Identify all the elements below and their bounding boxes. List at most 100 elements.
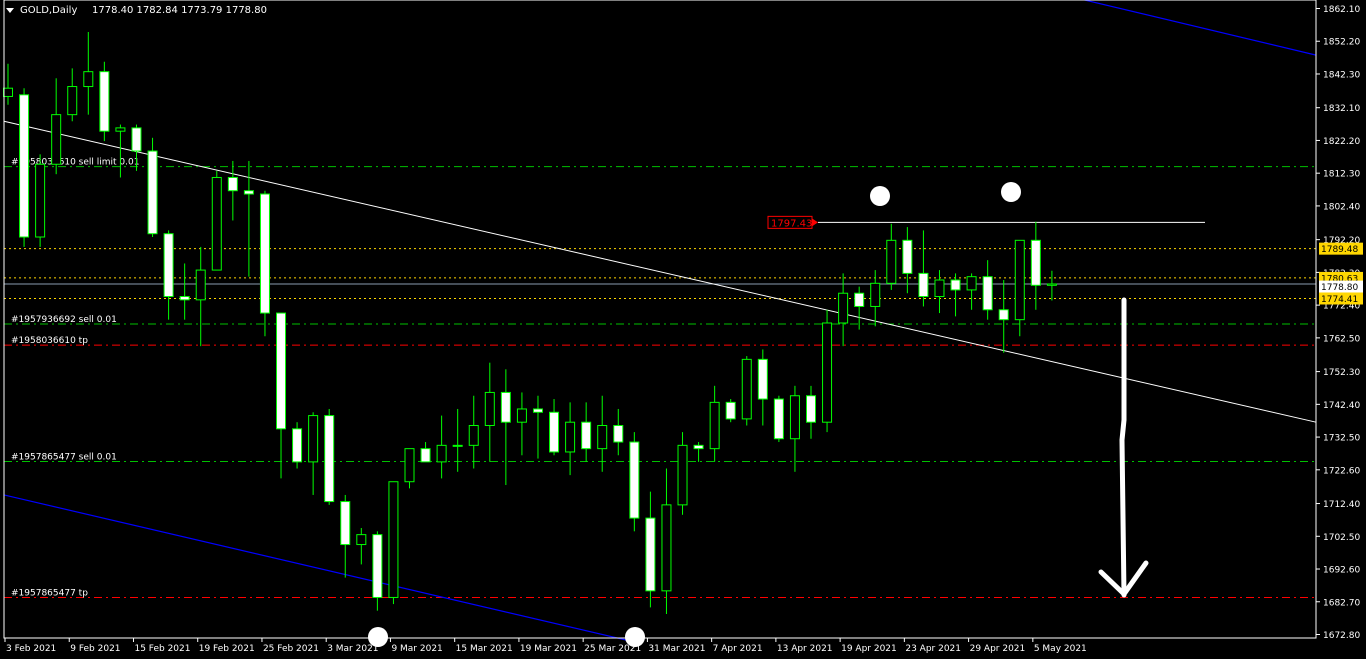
y-tick-label: 1692.60 (1323, 566, 1360, 576)
y-tick-label: 1712.40 (1323, 500, 1360, 510)
x-tick-label: 15 Feb 2021 (134, 644, 190, 654)
candle-body (292, 428, 303, 463)
order-label: #1957865477 sell 0.01 (11, 453, 117, 463)
y-tick-label: 1682.70 (1323, 598, 1360, 608)
x-tick-label: 19 Feb 2021 (199, 644, 255, 654)
candle-body (516, 408, 527, 423)
candle-body (179, 296, 190, 301)
chart-symbol-label: GOLD,Daily (20, 5, 77, 16)
y-tick-label: 1722.60 (1323, 466, 1360, 476)
candle[interactable] (741, 356, 752, 426)
candle-body (51, 114, 62, 165)
candle-body (404, 448, 415, 483)
candle-body (789, 395, 800, 440)
candle-body (998, 309, 1009, 321)
x-tick-label: 7 Apr 2021 (713, 644, 763, 654)
candle-body (757, 358, 768, 400)
price-tag-level-lower: 1774.41 (1321, 295, 1358, 305)
candle-body (693, 444, 704, 450)
candle[interactable] (629, 432, 640, 532)
candle-body (613, 425, 624, 443)
candle-body (195, 269, 206, 301)
price-tag-level-upper: 1789.48 (1321, 245, 1358, 255)
candle-body (324, 415, 335, 503)
candle[interactable] (822, 309, 833, 433)
candle-body (211, 176, 222, 271)
candle-body (308, 415, 319, 463)
candle-body (436, 444, 447, 463)
candle-body (35, 163, 46, 238)
x-tick-label: 19 Apr 2021 (841, 644, 897, 654)
candle[interactable] (147, 137, 158, 238)
candle-body (629, 441, 640, 519)
candle-body (83, 71, 94, 88)
candle[interactable] (99, 61, 110, 142)
marker-dot (870, 186, 890, 206)
candle[interactable] (19, 88, 30, 247)
candle-body (806, 395, 816, 423)
candle[interactable] (211, 170, 222, 271)
y-tick-label: 1702.50 (1323, 533, 1360, 543)
x-tick-label: 25 Mar 2021 (584, 644, 641, 654)
price-chart[interactable]: #1958036610 sell limit 0.01#1957936692 s… (0, 0, 1366, 655)
candle-body (597, 425, 608, 450)
chart-ohlc-readout: 1778.40 1782.84 1773.79 1778.80 (92, 5, 267, 16)
candle-body (243, 190, 254, 195)
down-arrow-shaft (1119, 297, 1127, 598)
marker-dot (1001, 182, 1021, 202)
x-tick-label: 19 Mar 2021 (520, 644, 577, 654)
y-tick-label: 1752.30 (1323, 368, 1360, 378)
candle-body (356, 534, 367, 546)
candle-body (468, 425, 479, 446)
resistance-price-tag: 1797.43 (771, 218, 812, 229)
chart-window[interactable]: #1958036610 sell limit 0.01 #1957936692 s… (0, 0, 1366, 655)
y-tick-label: 1742.40 (1323, 401, 1360, 411)
candle-body (581, 421, 592, 450)
candle-body (420, 448, 431, 463)
y-tick-label: 1672.80 (1323, 631, 1360, 641)
y-tick-label: 1822.20 (1323, 137, 1360, 147)
candle-body (484, 391, 495, 427)
candle[interactable] (388, 481, 399, 605)
x-tick-label: 5 May 2021 (1034, 644, 1087, 654)
x-tick-label: 29 Apr 2021 (970, 644, 1026, 654)
candle[interactable] (324, 408, 335, 505)
candle-body (532, 408, 543, 413)
candle-body (340, 501, 351, 546)
y-tick-label: 1802.40 (1323, 202, 1360, 212)
candle-body (452, 444, 463, 447)
order-label: #1957936692 sell 0.01 (11, 315, 117, 325)
order-label: #1957865477 tp (11, 588, 88, 598)
candle-body (966, 276, 977, 291)
candle[interactable] (35, 154, 46, 247)
candle-body (1046, 283, 1057, 286)
candle-body (934, 279, 945, 298)
candle-body (661, 504, 672, 592)
candle-body (902, 239, 913, 274)
candle[interactable] (725, 399, 736, 423)
candle-body (886, 239, 897, 284)
candle-body (870, 282, 881, 307)
candle-body (163, 233, 174, 298)
candle-body (276, 312, 287, 430)
y-tick-label: 1762.50 (1323, 334, 1360, 344)
x-tick-label: 23 Apr 2021 (905, 644, 961, 654)
candle-body (854, 292, 865, 307)
order-label: #1958036610 tp (11, 336, 88, 346)
candle-body (372, 534, 383, 598)
candle[interactable] (292, 422, 303, 469)
x-tick-label: 3 Feb 2021 (6, 644, 56, 654)
candle-body (918, 272, 929, 298)
candle-body (838, 292, 849, 324)
candle[interactable] (773, 395, 784, 443)
candle-body (259, 193, 270, 314)
candle-body (677, 444, 688, 506)
candle-body (3, 87, 13, 97)
x-tick-label: 15 Mar 2021 (456, 644, 513, 654)
y-tick-label: 1862.10 (1323, 5, 1360, 15)
candle-body (982, 276, 993, 311)
candle-body (99, 71, 110, 132)
y-tick-label: 1832.10 (1323, 104, 1360, 114)
candle-body (709, 401, 720, 450)
price-tag-bid: 1778.80 (1321, 283, 1358, 293)
